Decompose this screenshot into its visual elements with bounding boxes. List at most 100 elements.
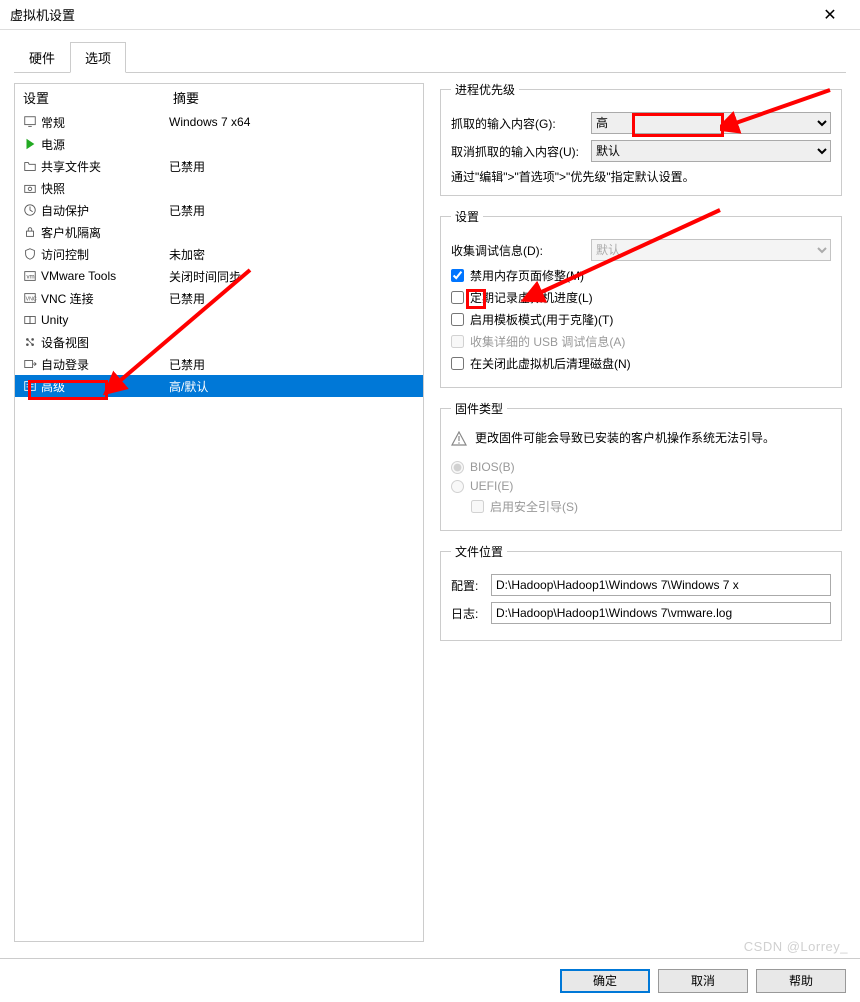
secureboot-label: 启用安全引导(S) <box>490 498 578 515</box>
item-name: VMware Tools <box>41 269 169 283</box>
item-name: Unity <box>41 313 169 327</box>
item-name: VNC 连接 <box>41 290 169 307</box>
list-item[interactable]: 设备视图 <box>15 331 423 353</box>
item-name: 设备视图 <box>41 334 169 351</box>
firmware-warning: 更改固件可能会导致已安装的客户机操作系统无法引导。 <box>475 429 775 446</box>
clock-icon <box>19 203 41 217</box>
list-item[interactable]: 电源 <box>15 133 423 155</box>
ungrabbed-select[interactable]: 默认 <box>591 140 831 162</box>
detail-panel: 进程优先级 抓取的输入内容(G): 高 取消抓取的输入内容(U): 默认 通过"… <box>432 73 846 952</box>
list-item[interactable]: 高级高/默认 <box>15 375 423 397</box>
list-item[interactable]: vm VMware Tools关闭时间同步 <box>15 265 423 287</box>
cb-disable-memory-trim[interactable] <box>451 269 464 282</box>
cb-secure-boot <box>471 500 484 513</box>
cb-log-progress[interactable] <box>451 291 464 304</box>
item-summary: Windows 7 x64 <box>169 115 419 129</box>
group-settings: 设置 收集调试信息(D): 默认 禁用内存页面修整(M) 定期记录虚拟机进度(L… <box>440 208 842 388</box>
log-path-input[interactable] <box>491 602 831 624</box>
dialog-footer: 确定 取消 帮助 <box>0 958 860 1002</box>
list-item[interactable]: 自动登录已禁用 <box>15 353 423 375</box>
adv-icon <box>19 379 41 393</box>
list-header: 设置 摘要 <box>15 84 423 111</box>
warning-icon <box>451 431 469 450</box>
watermark: CSDN @Lorrey_ <box>744 939 848 954</box>
list-item[interactable]: 客户机隔离 <box>15 221 423 243</box>
monitor-icon <box>19 115 41 129</box>
ungrabbed-label: 取消抓取的输入内容(U): <box>451 143 591 160</box>
login-icon <box>19 357 41 371</box>
shield-icon <box>19 247 41 261</box>
priority-legend: 进程优先级 <box>451 81 519 98</box>
cb-usb-debug <box>451 335 464 348</box>
fileloc-legend: 文件位置 <box>451 543 507 560</box>
tab-options[interactable]: 选项 <box>70 42 126 73</box>
list-item[interactable]: 自动保护已禁用 <box>15 199 423 221</box>
svg-text:vm: vm <box>27 274 35 281</box>
cb-template-mode[interactable] <box>451 313 464 326</box>
svg-text:VNC: VNC <box>26 297 37 303</box>
grabbed-label: 抓取的输入内容(G): <box>451 115 591 132</box>
list-item[interactable]: Unity <box>15 309 423 331</box>
vnc-icon: VNC <box>19 291 41 305</box>
col-settings: 设置 <box>23 88 173 107</box>
tab-strip: 硬件 选项 <box>0 30 860 73</box>
item-summary: 高/默认 <box>169 378 419 395</box>
list-item[interactable]: 共享文件夹已禁用 <box>15 155 423 177</box>
radio-bios <box>451 461 464 474</box>
item-summary: 未加密 <box>169 246 419 263</box>
item-name: 自动登录 <box>41 356 169 373</box>
settings-legend: 设置 <box>451 208 483 225</box>
list-item[interactable]: 快照 <box>15 177 423 199</box>
unity-icon <box>19 313 41 327</box>
cb-usb-label: 收集详细的 USB 调试信息(A) <box>470 333 625 350</box>
log-label: 日志: <box>451 605 491 622</box>
tab-hardware[interactable]: 硬件 <box>14 42 70 73</box>
list-item[interactable]: VNC VNC 连接已禁用 <box>15 287 423 309</box>
group-file-location: 文件位置 配置: 日志: <box>440 543 842 641</box>
help-button[interactable]: 帮助 <box>756 969 846 993</box>
cb-log-label: 定期记录虚拟机进度(L) <box>470 289 593 306</box>
uefi-label: UEFI(E) <box>470 479 513 493</box>
col-summary: 摘要 <box>173 88 199 107</box>
grabbed-select[interactable]: 高 <box>591 112 831 134</box>
list-item[interactable]: 访问控制未加密 <box>15 243 423 265</box>
lock-icon <box>19 225 41 239</box>
ok-button[interactable]: 确定 <box>560 969 650 993</box>
list-item[interactable]: 常规Windows 7 x64 <box>15 111 423 133</box>
item-summary: 已禁用 <box>169 290 419 307</box>
item-name: 电源 <box>41 136 169 153</box>
bios-label: BIOS(B) <box>470 460 515 474</box>
folder-icon <box>19 159 41 173</box>
group-firmware: 固件类型 更改固件可能会导致已安装的客户机操作系统无法引导。 BIOS(B) U… <box>440 400 842 531</box>
cb-template-label: 启用模板模式(用于克隆)(T) <box>470 311 613 328</box>
item-name: 客户机隔离 <box>41 224 169 241</box>
config-label: 配置: <box>451 577 491 594</box>
debug-select: 默认 <box>591 239 831 261</box>
priority-hint: 通过"编辑">"首选项">"优先级"指定默认设置。 <box>451 168 831 185</box>
settings-list: 设置 摘要 常规Windows 7 x64电源共享文件夹已禁用快照自动保护已禁用… <box>14 83 424 942</box>
item-name: 快照 <box>41 180 169 197</box>
item-name: 自动保护 <box>41 202 169 219</box>
group-priority: 进程优先级 抓取的输入内容(G): 高 取消抓取的输入内容(U): 默认 通过"… <box>440 81 842 196</box>
cb-clean-disk[interactable] <box>451 357 464 370</box>
cb-mem-label: 禁用内存页面修整(M) <box>470 267 584 284</box>
cancel-button[interactable]: 取消 <box>658 969 748 993</box>
item-summary: 已禁用 <box>169 356 419 373</box>
window-title: 虚拟机设置 <box>10 5 810 24</box>
item-summary: 关闭时间同步 <box>169 268 419 285</box>
play-icon <box>19 137 41 151</box>
device-icon <box>19 335 41 349</box>
camera-icon <box>19 181 41 195</box>
radio-uefi <box>451 480 464 493</box>
item-summary: 已禁用 <box>169 202 419 219</box>
close-icon[interactable]: ✕ <box>810 5 850 25</box>
debug-label: 收集调试信息(D): <box>451 242 591 259</box>
cb-clean-label: 在关闭此虚拟机后清理磁盘(N) <box>470 355 631 372</box>
item-name: 常规 <box>41 114 169 131</box>
vmw-icon: vm <box>19 269 41 283</box>
item-name: 高级 <box>41 378 169 395</box>
titlebar: 虚拟机设置 ✕ <box>0 0 860 30</box>
firmware-legend: 固件类型 <box>451 400 507 417</box>
item-name: 共享文件夹 <box>41 158 169 175</box>
config-path-input[interactable] <box>491 574 831 596</box>
